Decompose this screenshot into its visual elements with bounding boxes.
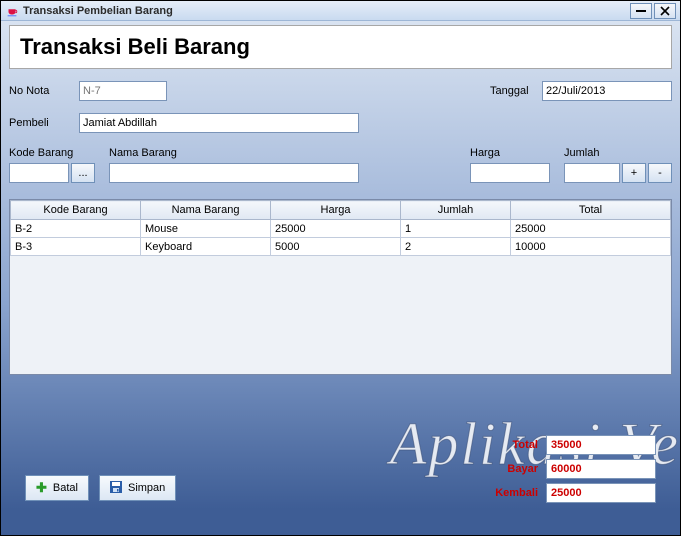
batal-button[interactable]: ✚ Batal — [25, 475, 89, 501]
page-title-panel: Transaksi Beli Barang — [9, 25, 672, 69]
kode-barang-input[interactable] — [9, 163, 69, 183]
nama-barang-input[interactable] — [109, 163, 359, 183]
items-table-wrap: Kode Barang Nama Barang Harga Jumlah Tot… — [9, 199, 672, 375]
bayar-label: Bayar — [495, 463, 538, 475]
titlebar: Transaksi Pembelian Barang — [1, 1, 680, 21]
items-table[interactable]: Kode Barang Nama Barang Harga Jumlah Tot… — [10, 200, 671, 256]
java-cup-icon — [5, 4, 19, 18]
jumlah-input[interactable] — [564, 163, 620, 183]
nama-barang-label: Nama Barang — [109, 147, 456, 159]
disk-icon — [110, 481, 122, 496]
remove-row-button[interactable]: - — [648, 163, 672, 183]
minimize-button[interactable] — [630, 3, 652, 19]
col-harga[interactable]: Harga — [271, 201, 401, 220]
page-title: Transaksi Beli Barang — [20, 34, 661, 60]
plus-icon: ✚ — [36, 480, 47, 496]
jumlah-label: Jumlah — [564, 147, 672, 159]
col-jumlah[interactable]: Jumlah — [401, 201, 511, 220]
total-label: Total — [495, 439, 538, 451]
table-row[interactable]: B-2 Mouse 25000 1 25000 — [11, 220, 671, 238]
no-nota-label: No Nota — [9, 85, 79, 97]
col-nama[interactable]: Nama Barang — [141, 201, 271, 220]
simpan-button[interactable]: Simpan — [99, 475, 176, 501]
kembali-input[interactable] — [546, 483, 656, 503]
kembali-label: Kembali — [495, 487, 538, 499]
content-area: Transaksi Beli Barang No Nota Tanggal Pe… — [1, 21, 680, 535]
pembeli-input[interactable] — [79, 113, 359, 133]
window-title: Transaksi Pembelian Barang — [23, 5, 173, 17]
window: Transaksi Pembelian Barang Transaksi Bel… — [0, 0, 681, 536]
harga-label: Harga — [470, 147, 550, 159]
close-button[interactable] — [654, 3, 676, 19]
simpan-label: Simpan — [128, 482, 165, 494]
tanggal-label: Tanggal — [490, 85, 542, 97]
table-row[interactable]: B-3 Keyboard 5000 2 10000 — [11, 238, 671, 256]
pembeli-label: Pembeli — [9, 117, 79, 129]
browse-kode-button[interactable]: ... — [71, 163, 95, 183]
bayar-input[interactable] — [546, 459, 656, 479]
col-total[interactable]: Total — [511, 201, 671, 220]
add-row-button[interactable]: + — [622, 163, 646, 183]
batal-label: Batal — [53, 482, 78, 494]
no-nota-input[interactable] — [79, 81, 167, 101]
total-input[interactable] — [546, 435, 656, 455]
totals-panel: Total Bayar Kembali — [495, 435, 656, 503]
tanggal-input[interactable] — [542, 81, 672, 101]
kode-barang-label: Kode Barang — [9, 147, 95, 159]
harga-input[interactable] — [470, 163, 550, 183]
col-kode[interactable]: Kode Barang — [11, 201, 141, 220]
